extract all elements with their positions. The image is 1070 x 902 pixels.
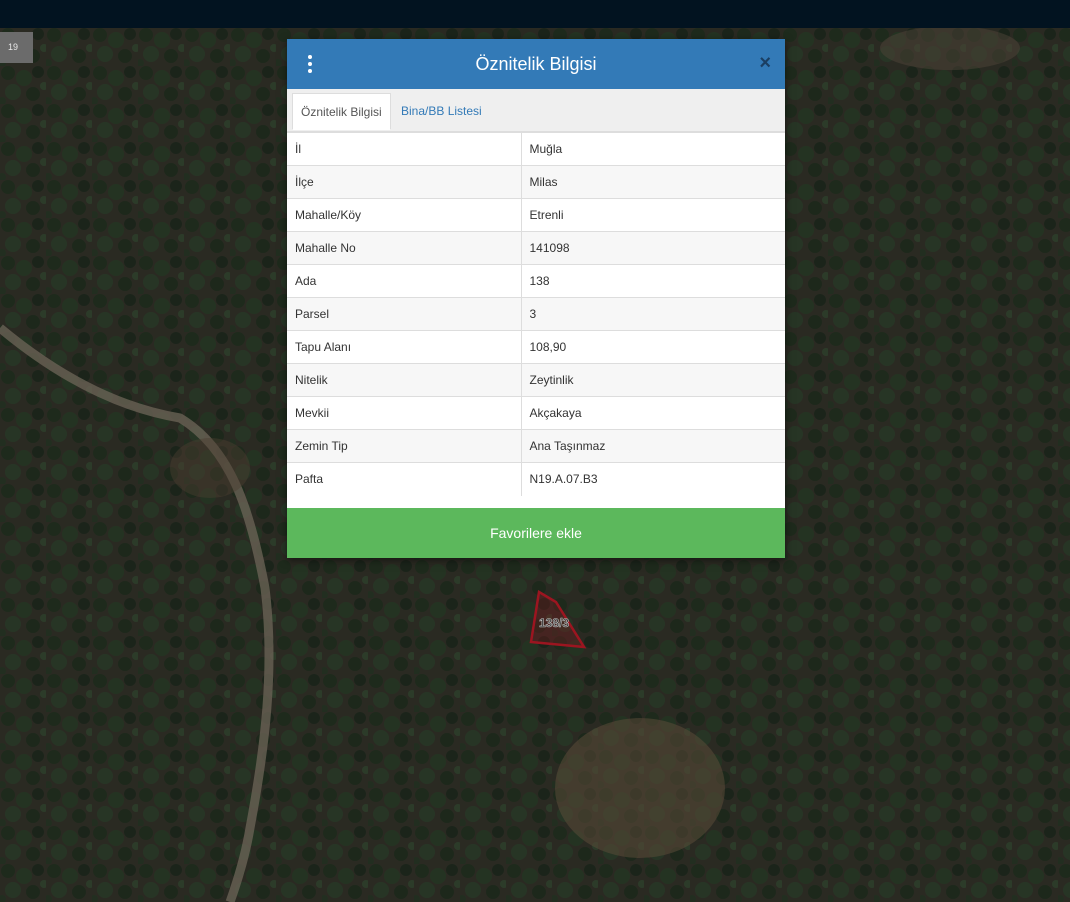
row-key: Mahalle No — [287, 231, 522, 265]
row-value: 141098 — [521, 231, 785, 265]
clearing-area — [555, 718, 725, 858]
row-key: Tapu Alanı — [287, 330, 522, 364]
attribute-dialog: Öznitelik Bilgisi × Öznitelik Bilgisi Bi… — [287, 39, 785, 558]
parcel-label: 138/3 — [539, 616, 569, 630]
row-value: Etrenli — [521, 198, 785, 232]
table-row: Mevkii Akçakaya — [287, 396, 785, 430]
table-row: İlçe Milas — [287, 165, 785, 199]
table-row: Nitelik Zeytinlik — [287, 363, 785, 397]
row-key: İlçe — [287, 165, 522, 199]
table-row: Tapu Alanı 108,90 — [287, 330, 785, 364]
top-bar — [0, 0, 1070, 28]
row-value: Muğla — [521, 132, 785, 166]
row-value: Akçakaya — [521, 396, 785, 430]
row-key: Mahalle/Köy — [287, 198, 522, 232]
table-row: Zemin Tip Ana Taşınmaz — [287, 429, 785, 463]
row-key: Parsel — [287, 297, 522, 331]
row-value: 3 — [521, 297, 785, 331]
close-icon[interactable]: × — [759, 51, 771, 75]
row-value: 138 — [521, 264, 785, 298]
table-row: Pafta N19.A.07.B3 — [287, 462, 785, 496]
dialog-header: Öznitelik Bilgisi × — [287, 39, 785, 89]
row-key: Mevkii — [287, 396, 522, 430]
tab-attribute-info[interactable]: Öznitelik Bilgisi — [292, 93, 391, 130]
dialog-title: Öznitelik Bilgisi — [475, 54, 597, 74]
row-value: Milas — [521, 165, 785, 199]
clearing-area — [170, 438, 250, 498]
row-key: Ada — [287, 264, 522, 298]
table-row: Mahalle No 141098 — [287, 231, 785, 265]
row-value: N19.A.07.B3 — [521, 462, 785, 496]
row-value: Ana Taşınmaz — [521, 429, 785, 463]
row-key: Nitelik — [287, 363, 522, 397]
row-key: İl — [287, 132, 522, 166]
clearing-area — [880, 28, 1020, 70]
table-row: İl Muğla — [287, 132, 785, 166]
table-row: Parsel 3 — [287, 297, 785, 331]
zoom-level-badge: 19 — [0, 32, 33, 63]
tab-building-list[interactable]: Bina/BB Listesi — [393, 93, 490, 130]
attribute-table: İl Muğla İlçe Milas Mahalle/Köy Etrenli … — [287, 132, 785, 496]
row-value: 108,90 — [521, 330, 785, 364]
table-row: Mahalle/Köy Etrenli — [287, 198, 785, 232]
table-row: Ada 138 — [287, 264, 785, 298]
row-value: Zeytinlik — [521, 363, 785, 397]
add-to-favorites-button[interactable]: Favorilere ekle — [287, 508, 785, 558]
row-key: Zemin Tip — [287, 429, 522, 463]
map-page: 19 138/3 Öznitelik Bilgisi × Öznitelik B… — [0, 0, 1070, 902]
row-key: Pafta — [287, 462, 522, 496]
tab-bar: Öznitelik Bilgisi Bina/BB Listesi — [287, 89, 785, 132]
